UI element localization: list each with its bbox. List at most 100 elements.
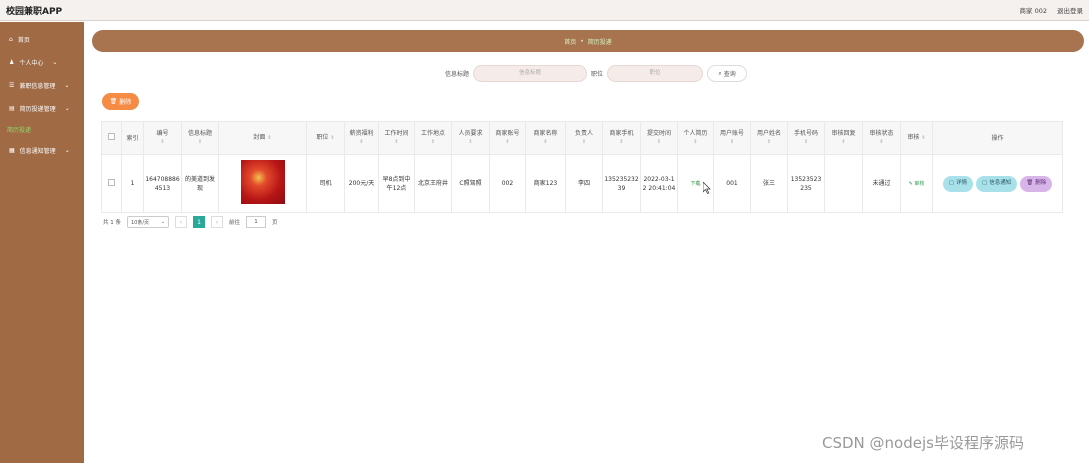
sidebar: ⌂ 首页 ♟ 个人中心 ⌄ ☰ 兼职信息管理 ⌄ ▤ 简历投递管理 ⌄ 简历投递… (0, 22, 84, 463)
cell-merchant-account: 002 (489, 154, 526, 213)
cell-manager: 李四 (565, 154, 603, 213)
next-page-button[interactable]: › (211, 216, 223, 228)
cell-merchant-phone: 13523523239 (602, 154, 641, 213)
edit-icon: ✎ (908, 180, 913, 187)
search-bar: 信息标题 信息标题 职位 职位 ⌕ 查询 (445, 65, 748, 82)
col-salary[interactable]: 薪资福利 ⇕ (344, 121, 379, 155)
goto-label: 前往 (229, 220, 241, 226)
cover-image[interactable] (240, 160, 285, 204)
total-count: 共 1 条 (103, 220, 121, 226)
page-unit-label: 页 (272, 220, 278, 226)
sidebar-item-label: 简历投递管理 (19, 106, 56, 113)
logout-link[interactable]: 退出登录 (1057, 5, 1083, 15)
review-link[interactable]: ✎ 审核 (909, 181, 925, 187)
col-phone[interactable]: 手机号码 ⇕ (787, 121, 825, 155)
cell-info-title: 的美道到发现 (181, 154, 219, 213)
query-button[interactable]: ⌕ 查询 (707, 65, 748, 82)
row-checkbox[interactable] (101, 154, 122, 213)
chevron-down-icon: ⌄ (64, 82, 70, 89)
query-button-label: 查询 (723, 71, 736, 78)
col-resume[interactable]: 个人简历 ⇕ (677, 121, 714, 155)
list-icon: ☰ (9, 82, 15, 89)
sidebar-item-label: 首页 (17, 37, 30, 44)
doc-icon: ▢ (982, 180, 988, 186)
cell-work-time: 早8点到中午12点 (378, 154, 415, 213)
cell-user-account: 001 (713, 154, 751, 213)
home-icon: ⌂ (9, 36, 13, 43)
cell-salary: 200元/天 (344, 154, 379, 213)
chevron-down-icon: ⌄ (64, 147, 70, 154)
cell-cover (218, 154, 307, 213)
cell-review-status: 未通过 (862, 154, 901, 213)
grid-icon: ▦ (9, 147, 15, 154)
cell-number: 1647088864513 (143, 154, 182, 213)
page-size-value: 10条/页 (131, 219, 150, 226)
chevron-right-icon: › (215, 218, 219, 226)
col-review[interactable]: 审核 ⇕ (900, 121, 933, 155)
cell-phone: 13523523235 (787, 154, 825, 213)
job-label: 职位 (591, 71, 604, 78)
sidebar-item-label: 信息通知管理 (19, 148, 56, 155)
row-delete-button[interactable]: 🗑 删除 (1020, 175, 1053, 192)
trash-icon: 🗑 (109, 98, 118, 105)
sidebar-item-personal-center[interactable]: ♟ 个人中心 ⌄ (0, 51, 84, 74)
col-merchant-account[interactable]: 商家账号 ⇕ (489, 121, 526, 155)
col-work-time[interactable]: 工作时间 ⇕ (378, 121, 415, 155)
col-number[interactable]: 编号 ⇕ (143, 121, 182, 155)
sidebar-item-notice-management[interactable]: ▦ 信息通知管理 ⌄ (0, 139, 84, 162)
col-manager[interactable]: 负责人 ⇕ (565, 121, 603, 155)
sidebar-item-resume-submit[interactable]: 简历投递 (0, 120, 84, 139)
row-delete-label: 删除 (1035, 180, 1047, 186)
col-actions: 操作 (932, 121, 1063, 155)
table-row: 1 1647088864513 的美道到发现 司机 200元/天 早8点到中午1… (101, 154, 1063, 213)
col-cover[interactable]: 封面 ⇕ (218, 121, 307, 155)
col-requirement[interactable]: 人员要求 ⇕ (451, 121, 490, 155)
user-icon: ♟ (9, 59, 15, 66)
sidebar-item-label: 个人中心 (19, 60, 44, 67)
col-review-status[interactable]: 审核状态 ⇕ (862, 121, 901, 155)
prev-page-button[interactable]: ‹ (175, 216, 187, 228)
sidebar-item-resume-management[interactable]: ▤ 简历投递管理 ⌄ (0, 97, 84, 120)
col-user-name[interactable]: 用户姓名 ⇕ (750, 121, 788, 155)
sidebar-item-job-management[interactable]: ☰ 兼职信息管理 ⌄ (0, 74, 84, 97)
title-label: 信息标题 (445, 71, 470, 78)
page-size-select[interactable]: 10条/页 ⌄ (127, 216, 169, 228)
cell-user-name: 张三 (750, 154, 788, 213)
col-location[interactable]: 工作地点 ⇕ (414, 121, 452, 155)
goto-page-input[interactable]: 1 (246, 216, 267, 228)
sidebar-item-label: 兼职信息管理 (19, 83, 56, 90)
mouse-cursor-icon (703, 182, 711, 194)
cell-requirement: C照驾照 (451, 154, 490, 213)
col-merchant-phone[interactable]: 商家手机 ⇕ (602, 121, 641, 155)
col-user-account[interactable]: 用户账号 ⇕ (713, 121, 751, 155)
cell-submit-time: 2022-03-12 20:41:04 (640, 154, 678, 213)
batch-delete-button[interactable]: 🗑 删除 (102, 93, 139, 110)
col-info-title[interactable]: 信息标题 ⇕ (181, 121, 219, 155)
resume-table: 索引 编号 ⇕ 信息标题 ⇕ 封面 ⇕ 职位 ⇕ 薪资福利 ⇕ 工作时间 ⇕ 工作地点 ⇕… (101, 121, 1063, 213)
resume-download-link[interactable]: 下载 (690, 181, 700, 187)
select-all-checkbox[interactable] (101, 121, 122, 155)
breadcrumb-separator: • (580, 37, 584, 45)
job-search-input[interactable]: 职位 (607, 65, 704, 82)
breadcrumb: 首页 • 简历投递 (92, 30, 1084, 52)
chevron-down-icon: ⌄ (52, 59, 58, 66)
pagination: 共 1 条 10条/页 ⌄ ‹ 1 › 前往 1 页 (103, 216, 278, 228)
col-review-reply[interactable]: 审核回复 ⇕ (824, 121, 863, 155)
col-submit-time[interactable]: 提交时间 ⇕ (640, 121, 678, 155)
col-position[interactable]: 职位 ⇕ (306, 121, 345, 155)
title-search-input[interactable]: 信息标题 (473, 65, 588, 82)
doc-icon: ▤ (9, 105, 15, 112)
review-label: 审核 (914, 180, 925, 187)
breadcrumb-home[interactable]: 首页 (564, 37, 576, 46)
detail-button[interactable]: ▢ 详情 (942, 175, 973, 192)
top-right: 商家 002 退出登录 (1020, 5, 1083, 15)
current-page[interactable]: 1 (193, 216, 205, 228)
notify-button[interactable]: ▢ 信息通知 (976, 175, 1018, 192)
col-merchant-name[interactable]: 商家名称 ⇕ (525, 121, 566, 155)
detail-label: 详情 (955, 180, 967, 186)
sidebar-item-home[interactable]: ⌂ 首页 (0, 28, 84, 51)
cell-actions: ▢ 详情 ▢ 信息通知 🗑 删除 (932, 154, 1063, 213)
watermark: CSDN @nodejs毕设程序源码 (822, 434, 1024, 452)
col-index: 索引 (121, 121, 144, 155)
trash-icon: 🗑 (1026, 180, 1034, 186)
